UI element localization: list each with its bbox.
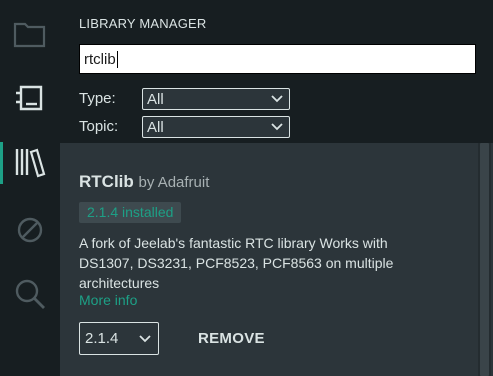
type-filter-value: All <box>147 90 164 108</box>
more-info-link[interactable]: More info <box>79 292 137 308</box>
topic-filter-select[interactable]: All <box>142 116 290 138</box>
debug-button[interactable] <box>0 202 60 258</box>
chevron-down-icon <box>271 123 283 131</box>
library-title: RTClib by Adafruit <box>79 172 209 192</box>
explorer-button[interactable] <box>0 6 60 62</box>
library-icon <box>15 148 46 178</box>
version-value: 2.1.4 <box>85 330 119 347</box>
panel-header: LIBRARY MANAGER rtclib Type: All Topic: … <box>60 0 493 143</box>
chevron-down-icon <box>271 95 283 103</box>
version-select[interactable]: 2.1.4 <box>79 322 159 355</box>
topic-filter-label: Topic: <box>79 118 119 135</box>
type-filter-select[interactable]: All <box>142 88 290 110</box>
panel-title: LIBRARY MANAGER <box>79 16 207 31</box>
scrollbar-thumb[interactable] <box>480 143 489 376</box>
debug-icon <box>17 217 43 243</box>
search-icon <box>15 279 45 309</box>
board-icon <box>16 85 43 111</box>
text-caret <box>116 50 118 68</box>
boards-manager-button[interactable] <box>0 70 60 126</box>
scrollbar[interactable] <box>478 143 491 376</box>
topic-filter-value: All <box>147 118 164 136</box>
library-manager-panel: LIBRARY MANAGER rtclib Type: All Topic: … <box>60 0 493 376</box>
activity-bar <box>0 0 60 376</box>
library-author: by Adafruit <box>138 174 210 191</box>
search-value: rtclib <box>84 50 116 68</box>
library-description: A fork of Jeelab's fantastic RTC library… <box>79 235 394 291</box>
library-name: RTClib <box>79 172 134 191</box>
type-filter-label: Type: <box>79 90 116 107</box>
search-input[interactable]: rtclib <box>79 44 476 74</box>
library-manager-button[interactable] <box>0 134 60 190</box>
chevron-down-icon <box>139 334 151 342</box>
search-button[interactable] <box>0 266 60 322</box>
folder-icon <box>13 22 46 48</box>
remove-button[interactable]: REMOVE <box>190 322 273 355</box>
installed-version-badge: 2.1.4 installed <box>79 202 182 223</box>
